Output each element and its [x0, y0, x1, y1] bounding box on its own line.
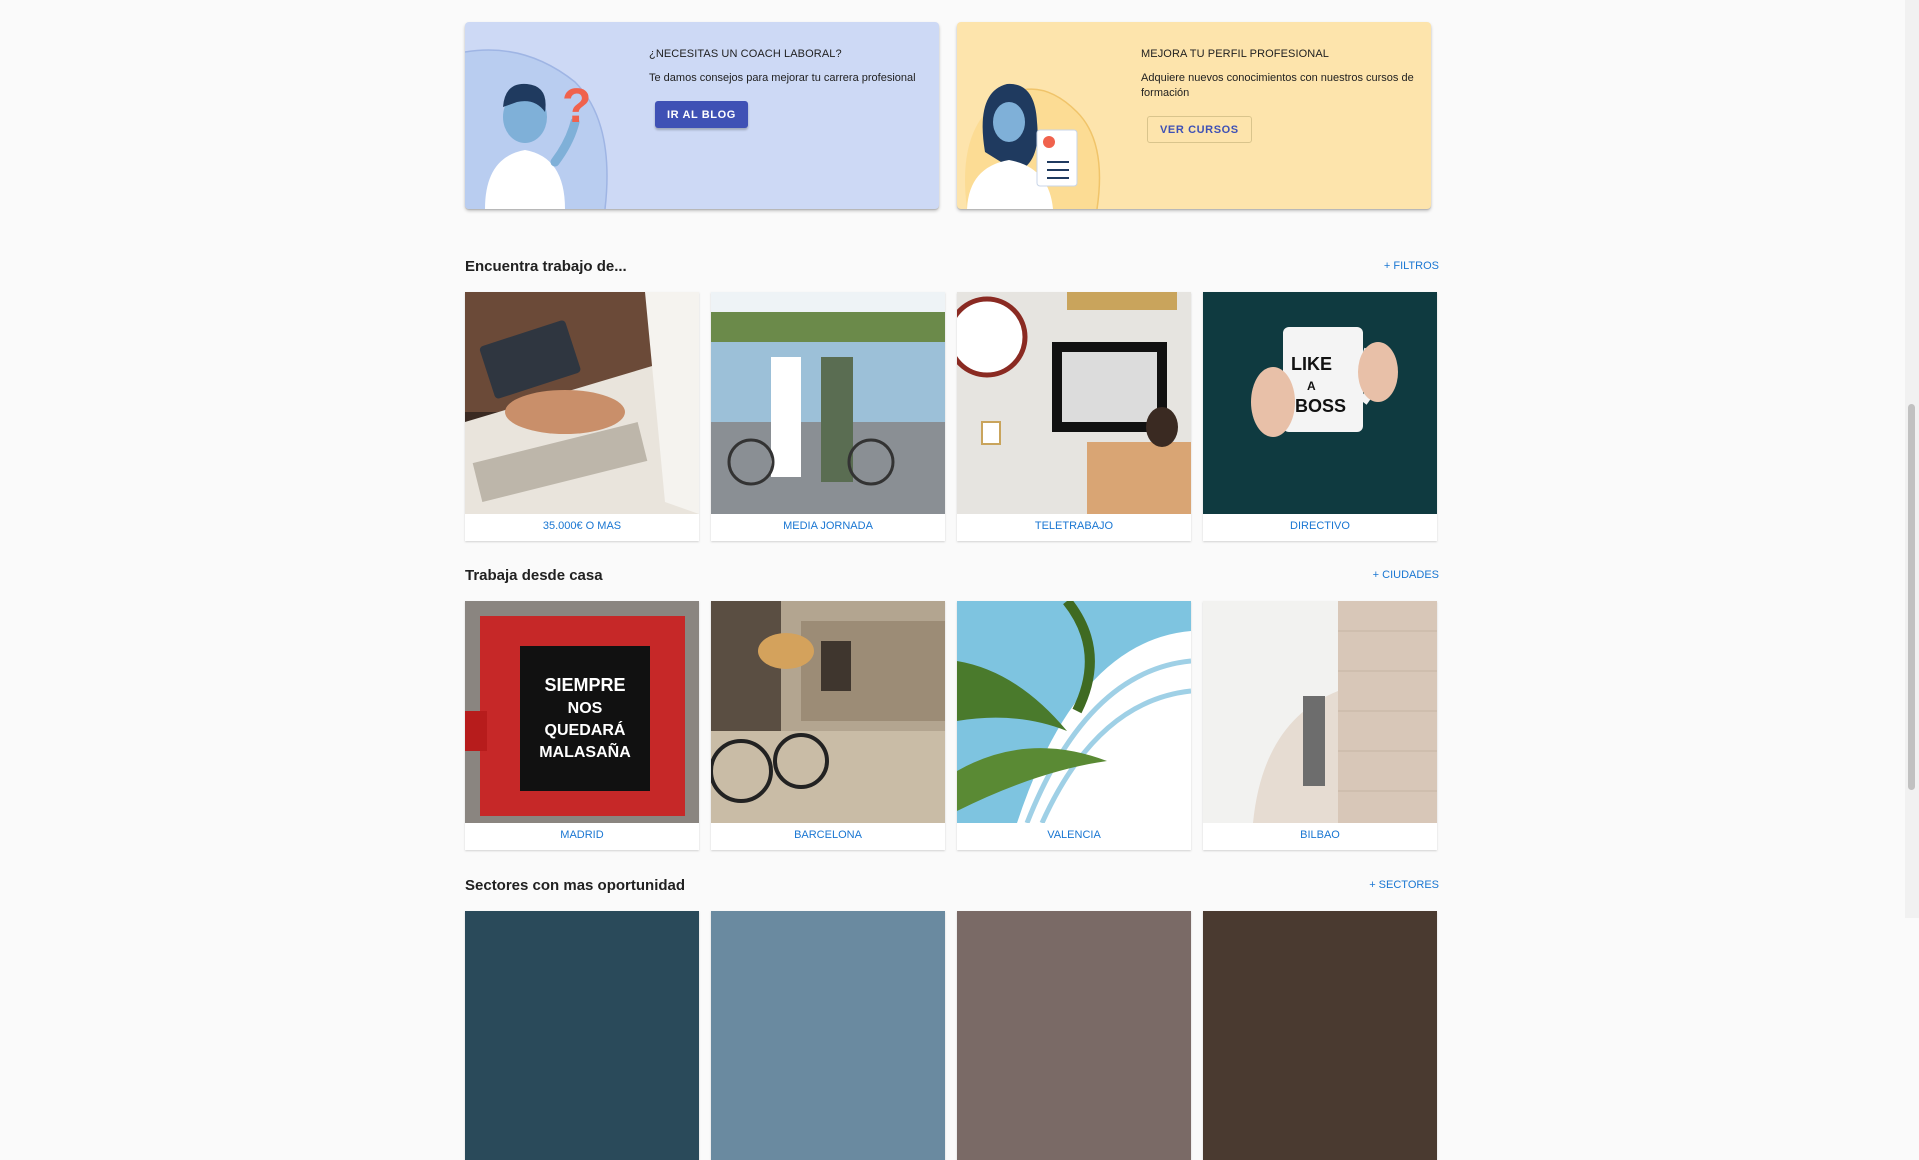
card-sector[interactable]	[1203, 911, 1437, 1160]
svg-text:A: A	[1307, 379, 1316, 393]
scrollbar-thumb[interactable]	[1908, 404, 1915, 790]
home-section-title: Trabaja desde casa	[465, 567, 603, 584]
svg-text:NOS: NOS	[568, 700, 603, 717]
card-part-time[interactable]: MEDIA JORNADA	[711, 292, 945, 541]
svg-text:BOSS: BOSS	[1295, 396, 1346, 416]
coach-banner-text: ¿NECESITAS UN COACH LABORAL? Te damos co…	[649, 48, 929, 86]
barcelona-street-image	[711, 601, 945, 823]
card-label: BARCELONA	[794, 829, 862, 841]
madrid-sign-image: SIEMPRE NOS QUEDARÁ MALASAÑA	[465, 601, 699, 823]
sectors-section-header: Sectores con mas oportunidad + SECTORES	[465, 877, 1439, 899]
courses-banner-title: MEJORA TU PERFIL PROFESIONAL	[1141, 48, 1330, 60]
card-label: DIRECTIVO	[1290, 520, 1350, 532]
coach-banner-title: ¿NECESITAS UN COACH LABORAL?	[649, 48, 842, 60]
bilbao-building-image	[1203, 601, 1437, 823]
jobs-section-header: Encuentra trabajo de... + FILTROS	[465, 258, 1439, 280]
laptop-payment-image	[465, 292, 699, 514]
card-sector[interactable]	[957, 911, 1191, 1160]
card-valencia[interactable]: VALENCIA	[957, 601, 1191, 850]
card-madrid[interactable]: SIEMPRE NOS QUEDARÁ MALASAÑA MADRID	[465, 601, 699, 850]
valencia-palm-image	[957, 601, 1191, 823]
view-courses-button[interactable]: VER CURSOS	[1147, 116, 1252, 143]
home-section-header: Trabaja desde casa + CIUDADES	[465, 567, 1439, 589]
coach-illustration: ?	[465, 49, 608, 209]
sectors-section-title: Sectores con mas oportunidad	[465, 877, 686, 894]
svg-text:MALASAÑA: MALASAÑA	[539, 741, 631, 761]
card-remote[interactable]: TELETRABAJO	[957, 292, 1191, 541]
card-label: MEDIA JORNADA	[783, 520, 873, 532]
courses-banner: MEJORA TU PERFIL PROFESIONAL Adquiere nu…	[957, 22, 1431, 209]
go-to-blog-button[interactable]: IR AL BLOG	[655, 101, 748, 128]
cities-grid: SIEMPRE NOS QUEDARÁ MALASAÑA MADRID BARC…	[465, 601, 1439, 850]
jobs-section-title: Encuentra trabajo de...	[465, 258, 627, 275]
coach-banner: ? ¿NECESITAS UN COACH LABORAL? Te damos …	[465, 22, 939, 209]
card-label: TELETRABAJO	[1034, 520, 1114, 532]
courses-banner-subtitle: Adquiere nuevos conocimientos con nuestr…	[1141, 72, 1414, 99]
card-sector[interactable]	[711, 911, 945, 1160]
sectors-link[interactable]: + SECTORES	[1369, 879, 1439, 891]
svg-text:LIKE: LIKE	[1291, 354, 1332, 374]
card-director[interactable]: LIKE A BOSS DIRECTIVO	[1203, 292, 1437, 541]
coach-banner-subtitle: Te damos consejos para mejorar tu carrer…	[649, 72, 916, 84]
card-label: 35.000€ O MAS	[542, 520, 622, 532]
cafe-wall-image	[957, 292, 1191, 514]
like-a-boss-mug-image: LIKE A BOSS	[1203, 292, 1437, 514]
card-sector[interactable]	[465, 911, 699, 1160]
cities-link[interactable]: + CIUDADES	[1373, 569, 1439, 581]
card-salary[interactable]: 35.000€ O MAS	[465, 292, 699, 541]
card-label: MADRID	[560, 829, 604, 841]
courses-illustration	[965, 83, 1101, 209]
couple-bikes-image	[711, 292, 945, 514]
card-bilbao[interactable]: BILBAO	[1203, 601, 1437, 850]
sectors-grid	[465, 911, 1439, 1160]
svg-text:SIEMPRE: SIEMPRE	[544, 675, 625, 695]
jobs-grid: 35.000€ O MAS MEDIA JORNADA TELETRABAJO …	[465, 292, 1439, 541]
card-barcelona[interactable]: BARCELONA	[711, 601, 945, 850]
svg-text:?: ?	[562, 80, 591, 133]
filters-link[interactable]: + FILTROS	[1384, 260, 1439, 272]
card-label: VALENCIA	[1047, 829, 1101, 841]
courses-banner-text: MEJORA TU PERFIL PROFESIONAL Adquiere nu…	[1141, 48, 1421, 101]
page-scrollbar[interactable]	[1905, 0, 1919, 918]
card-label: BILBAO	[1300, 829, 1340, 841]
svg-text:QUEDARÁ: QUEDARÁ	[545, 720, 626, 739]
